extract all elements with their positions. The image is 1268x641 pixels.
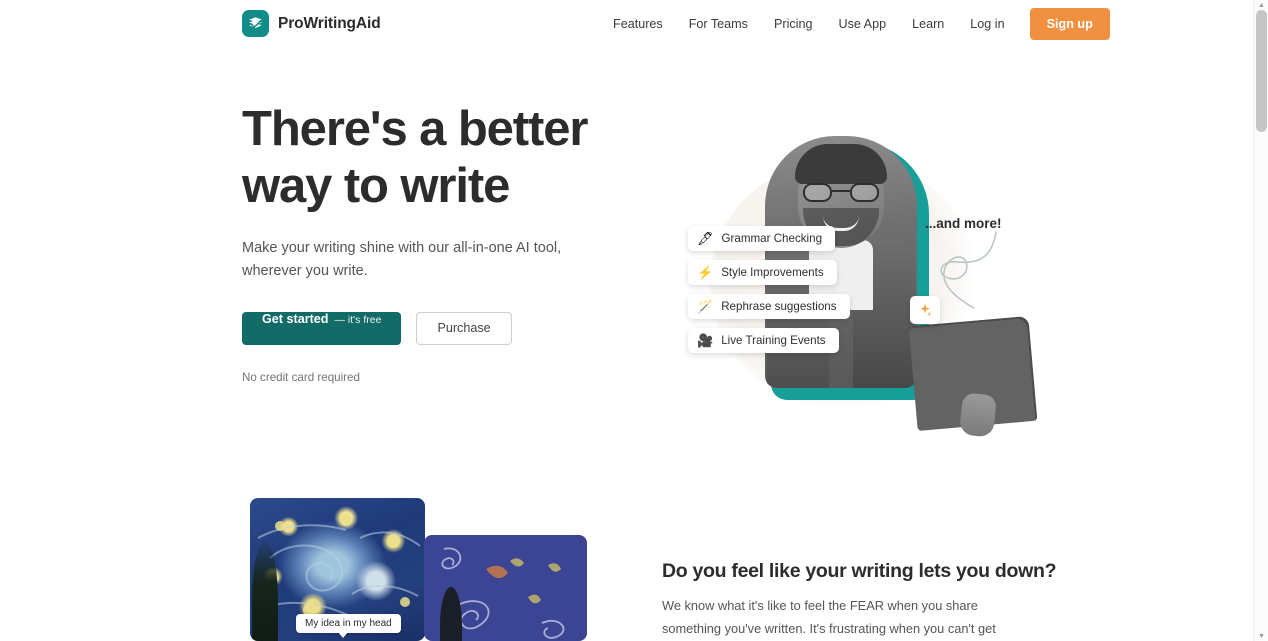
feature-chip-label: Grammar Checking: [721, 232, 823, 245]
nav-log-in[interactable]: Log in: [957, 0, 1017, 48]
main-navigation: Features For Teams Pricing Use App Learn…: [600, 0, 1110, 48]
page-title: There's a better way to write: [242, 101, 612, 215]
purchase-button[interactable]: Purchase: [416, 311, 512, 345]
lightning-bolt-icon: ⚡: [697, 265, 714, 280]
nav-for-teams[interactable]: For Teams: [676, 0, 761, 48]
feature-chip-label: Rephrase suggestions: [721, 300, 837, 313]
nav-pricing[interactable]: Pricing: [761, 0, 826, 48]
feature-chip-label: Style Improvements: [721, 266, 824, 279]
writing-lets-you-down-section: My idea in my head Do you feel like your…: [0, 468, 1253, 641]
nav-learn[interactable]: Learn: [899, 0, 957, 48]
feature-chip-grammar-checking: 🖋 Grammar Checking: [688, 226, 836, 251]
scroll-down-arrow-icon[interactable]: ▼: [1254, 631, 1268, 641]
hero-illustration: 🖋 Grammar Checking ⚡ Style Improvements …: [660, 108, 1043, 438]
scrollbar-thumb[interactable]: [1256, 10, 1267, 132]
fountain-pen-icon: 🖋: [697, 231, 714, 246]
starry-night-painting: My idea in my head: [250, 498, 425, 641]
scroll-up-arrow-icon[interactable]: ▲: [1254, 0, 1268, 10]
page-root: ProWritingAid Features For Teams Pricing…: [0, 0, 1268, 641]
person-hair: [795, 144, 887, 184]
site-header: ProWritingAid Features For Teams Pricing…: [0, 0, 1253, 48]
artwork-comparison: My idea in my head: [250, 498, 590, 641]
hero-title-line-2: way to write: [242, 158, 510, 213]
nav-use-app[interactable]: Use App: [825, 0, 899, 48]
idea-in-my-head-label: My idea in my head: [296, 614, 401, 638]
book-check-icon: [242, 10, 269, 37]
hero-section: There's a better way to write Make your …: [0, 48, 1253, 468]
feature-chip-rephrase-suggestions: 🪄 Rephrase suggestions: [688, 294, 850, 319]
hero-actions: Get started — it's free Purchase: [242, 311, 612, 345]
person-hand: [958, 392, 998, 438]
film-camera-icon: 🎥: [697, 333, 714, 348]
eyeglasses-icon: [803, 183, 879, 202]
section-title: Do you feel like your writing lets you d…: [662, 560, 1057, 582]
hero-subtitle: Make your writing shine with our all-in-…: [242, 239, 562, 280]
section-copy: Do you feel like your writing lets you d…: [662, 560, 1057, 641]
crude-drawing-version: [424, 535, 587, 641]
page-scrollbar[interactable]: ▲ ▼: [1253, 0, 1268, 641]
section-body: We know what it's like to feel the FEAR …: [662, 598, 996, 636]
brand-name: ProWritingAid: [278, 14, 381, 32]
sparkles-icon: [910, 296, 940, 324]
feature-chip-list: 🖋 Grammar Checking ⚡ Style Improvements …: [688, 226, 850, 353]
sign-up-button[interactable]: Sign up: [1029, 8, 1110, 40]
feature-chip-live-training-events: 🎥 Live Training Events: [688, 328, 839, 353]
feature-chip-label: Live Training Events: [721, 334, 826, 347]
hero-title-line-1: There's a better: [242, 102, 588, 156]
no-credit-card-note: No credit card required: [242, 370, 360, 384]
get-started-label: Get started: [262, 311, 329, 326]
and-more-label: ...and more!: [925, 216, 1002, 231]
get-started-free-note: — it's free: [334, 313, 382, 326]
magic-wand-icon: 🪄: [697, 299, 714, 314]
feature-chip-style-improvements: ⚡ Style Improvements: [688, 260, 837, 285]
get-started-button[interactable]: Get started — it's free: [242, 311, 402, 345]
nav-features[interactable]: Features: [600, 0, 676, 48]
brand-logo-link[interactable]: ProWritingAid: [242, 10, 381, 37]
hero-copy: There's a better way to write Make your …: [242, 101, 612, 384]
